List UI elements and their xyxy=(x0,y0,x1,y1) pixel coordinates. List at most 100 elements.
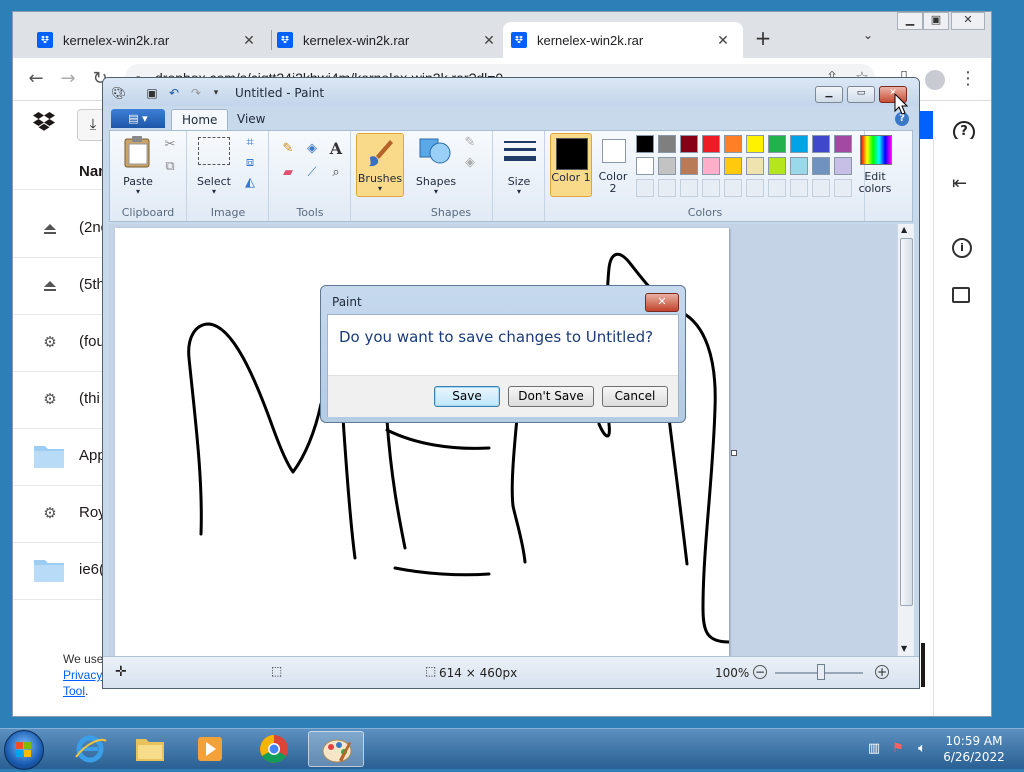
edit-colors-icon[interactable] xyxy=(860,135,892,165)
edit-colors-label[interactable]: Edit colors xyxy=(852,171,898,195)
palette-swatch[interactable] xyxy=(658,135,676,153)
palette-swatch[interactable] xyxy=(702,135,720,153)
palette-swatch[interactable] xyxy=(636,157,654,175)
palette-swatch[interactable] xyxy=(790,157,808,175)
undo-icon[interactable]: ↶ xyxy=(167,86,181,100)
save-icon[interactable]: ▣ xyxy=(145,86,159,100)
profile-avatar[interactable] xyxy=(925,70,945,90)
list-item[interactable]: App xyxy=(13,429,113,486)
palette-swatch[interactable] xyxy=(834,135,852,153)
minimize-icon[interactable]: ▁ xyxy=(815,86,843,103)
comment-icon[interactable] xyxy=(952,287,970,303)
palette-swatch[interactable] xyxy=(680,157,698,175)
close-tab-icon[interactable]: ✕ xyxy=(715,32,731,49)
chevron-down-icon[interactable]: ▾ xyxy=(496,187,542,196)
close-icon[interactable]: ✕ xyxy=(951,12,985,30)
eraser-icon[interactable]: ▰ xyxy=(278,163,298,183)
palette-swatch[interactable] xyxy=(768,135,786,153)
list-item[interactable]: (5th xyxy=(13,258,113,315)
chevron-down-icon[interactable]: ⌄ xyxy=(863,28,873,42)
list-item[interactable]: ⚙ (fou xyxy=(13,315,113,372)
palette-swatch[interactable] xyxy=(702,157,720,175)
crop-icon[interactable]: ⌗ xyxy=(240,133,260,153)
paint-menu-button[interactable]: ▤ ▾ xyxy=(111,109,165,128)
browser-tab-3-active[interactable]: kernelex-win2k.rar ✕ xyxy=(503,22,743,58)
start-button[interactable] xyxy=(4,730,44,770)
palette-swatch-empty[interactable] xyxy=(812,179,830,197)
taskbar-paint[interactable] xyxy=(308,731,364,767)
palette-swatch-empty[interactable] xyxy=(702,179,720,197)
color-1-button[interactable]: Color 1 xyxy=(550,133,592,197)
taskbar-internet-explorer[interactable] xyxy=(62,731,118,767)
network-icon[interactable]: ▥ xyxy=(866,741,882,757)
palette-swatch[interactable] xyxy=(658,157,676,175)
volume-icon[interactable]: 🔈︎ xyxy=(914,741,930,757)
info-icon[interactable]: i xyxy=(952,238,972,258)
palette-swatch[interactable] xyxy=(768,157,786,175)
tab-home[interactable]: Home xyxy=(171,109,229,131)
maximize-icon[interactable]: ▭ xyxy=(847,86,875,103)
list-item[interactable]: ie6( xyxy=(13,543,113,600)
list-item[interactable]: ⚙ (thi xyxy=(13,372,113,429)
palette-swatch[interactable] xyxy=(790,135,808,153)
outline-icon[interactable]: ✎ xyxy=(460,133,480,153)
tab-view[interactable]: View xyxy=(227,109,275,130)
palette-swatch[interactable] xyxy=(680,135,698,153)
privacy-link[interactable]: Privacy xyxy=(63,668,102,682)
maximize-icon[interactable]: ▣ xyxy=(923,12,949,30)
taskbar-media-player[interactable] xyxy=(182,731,238,767)
tool-link[interactable]: Tool xyxy=(63,684,85,698)
forward-icon[interactable]: → xyxy=(57,68,79,89)
vertical-scrollbar[interactable]: ▲ ▼ xyxy=(897,224,914,656)
pencil-icon[interactable]: ✎ xyxy=(278,139,298,159)
palette-swatch[interactable] xyxy=(636,135,654,153)
customize-qat-icon[interactable]: ▾ xyxy=(209,86,223,100)
color-2-swatch[interactable] xyxy=(602,139,626,163)
scroll-down-icon[interactable]: ▼ xyxy=(901,644,907,653)
brushes-button[interactable]: Brushes ▾ xyxy=(356,133,404,197)
select-icon[interactable] xyxy=(198,137,230,165)
palette-swatch-empty[interactable] xyxy=(746,179,764,197)
redo-icon[interactable]: ↷ xyxy=(189,86,203,100)
scrollbar-thumb[interactable] xyxy=(900,238,913,606)
palette-swatch-empty[interactable] xyxy=(680,179,698,197)
close-tab-icon[interactable]: ✕ xyxy=(481,32,497,49)
list-item[interactable]: (2nd xyxy=(13,201,113,258)
cancel-button[interactable]: Cancel xyxy=(602,386,668,407)
chevron-down-icon[interactable]: ▾ xyxy=(192,187,236,196)
fill-shape-icon[interactable]: ◈ xyxy=(460,153,480,173)
text-icon[interactable]: A xyxy=(326,139,346,159)
palette-swatch[interactable] xyxy=(724,157,742,175)
palette-swatch-empty[interactable] xyxy=(658,179,676,197)
close-tab-icon[interactable]: ✕ xyxy=(241,32,257,49)
paste-icon[interactable] xyxy=(122,135,154,169)
taskbar-clock[interactable]: 10:59 AM 6/26/2022 xyxy=(932,733,1016,765)
zoom-in-icon[interactable]: + xyxy=(875,665,889,679)
palette-swatch[interactable] xyxy=(746,135,764,153)
palette-swatch[interactable] xyxy=(724,135,742,153)
action-center-icon[interactable]: ⚑ xyxy=(890,741,906,757)
palette-swatch-empty[interactable] xyxy=(636,179,654,197)
rotate-icon[interactable]: ◭ xyxy=(240,173,260,193)
close-icon[interactable]: ✕ xyxy=(645,293,679,312)
color-picker-icon[interactable]: ⟋ xyxy=(302,163,322,183)
zoom-out-icon[interactable]: − xyxy=(753,665,767,679)
collapse-panel-icon[interactable]: ⇤ xyxy=(952,173,967,194)
palette-swatch[interactable] xyxy=(812,135,830,153)
magnifier-icon[interactable]: ⌕ xyxy=(326,163,346,183)
shapes-icon[interactable] xyxy=(418,135,452,167)
resize-icon[interactable]: ⧈ xyxy=(240,153,260,173)
resize-handle[interactable] xyxy=(731,450,737,456)
copy-icon[interactable]: ⧉ xyxy=(160,157,180,177)
taskbar-explorer[interactable] xyxy=(122,731,178,767)
palette-swatch-empty[interactable] xyxy=(724,179,742,197)
blue-button-edge[interactable] xyxy=(919,111,933,139)
taskbar-chrome[interactable] xyxy=(246,731,302,767)
save-button[interactable]: Save xyxy=(434,386,500,407)
chevron-down-icon[interactable]: ▾ xyxy=(116,187,160,196)
zoom-slider-thumb[interactable] xyxy=(817,664,825,680)
browser-tab-2[interactable]: kernelex-win2k.rar ✕ xyxy=(269,22,509,58)
dropbox-logo-icon[interactable] xyxy=(33,111,55,131)
fill-icon[interactable]: ◈ xyxy=(302,139,322,159)
palette-swatch-empty[interactable] xyxy=(834,179,852,197)
